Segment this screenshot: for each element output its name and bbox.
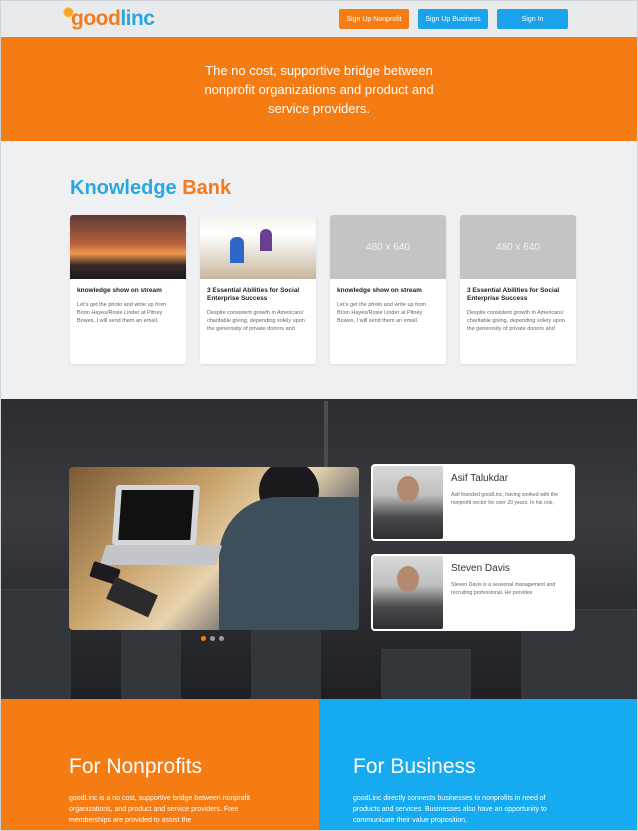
for-business-text: goodLinc directly connects businesses to… bbox=[353, 795, 547, 824]
goodlinc-logo[interactable]: ✺ goodlinc bbox=[63, 5, 155, 31]
knowledge-bank-title: Knowledge Bank bbox=[70, 177, 231, 200]
for-business-panel: For Business goodLinc directly connects … bbox=[319, 699, 637, 830]
person-name: Asif Talukdar bbox=[451, 473, 509, 484]
for-nonprofits-text: goodLinc is a no cost, supportive bridge… bbox=[69, 795, 250, 824]
card-title[interactable]: 3 Essential Abilities for Social Enterpr… bbox=[200, 279, 316, 307]
person-name: Steven Davis bbox=[451, 563, 510, 574]
knowledge-card[interactable]: knowledge show on stream Let's get the p… bbox=[70, 215, 186, 364]
signup-nonprofit-button[interactable]: Sign Up Nonprofit bbox=[339, 9, 409, 29]
card-title[interactable]: knowledge show on stream bbox=[330, 279, 446, 299]
top-nav: ✺ goodlinc Sign Up Nonprofit Sign Up Busi… bbox=[1, 1, 637, 37]
placeholder-image: 480 x 640 bbox=[330, 215, 446, 279]
avatar bbox=[373, 466, 443, 539]
card-title[interactable]: 3 Essential Abilities for Social Enterpr… bbox=[460, 279, 576, 307]
team-section: Asif Talukdar Asif founded goodLinc, hav… bbox=[1, 399, 637, 699]
hero-tagline: The no cost, supportive bridge between n… bbox=[204, 62, 434, 116]
city-skyline-background bbox=[324, 401, 328, 471]
card-excerpt: Despite consistent growth in Americans' … bbox=[207, 310, 305, 332]
signup-business-button[interactable]: Sign Up Business bbox=[418, 9, 488, 29]
for-nonprofits-panel: For Nonprofits goodLinc is a no cost, su… bbox=[1, 699, 319, 830]
title-part-bank: Bank bbox=[182, 177, 232, 199]
logo-text-good: good bbox=[71, 7, 121, 30]
knowledge-card[interactable]: 480 x 640 3 Essential Abilities for Soci… bbox=[460, 215, 576, 364]
person-bio: Steven Davis is a seasonal management an… bbox=[451, 582, 556, 596]
placeholder-image: 480 x 640 bbox=[460, 215, 576, 279]
laptop-icon bbox=[111, 485, 201, 545]
carousel-slide-image bbox=[69, 467, 359, 630]
carousel-dot-1[interactable] bbox=[201, 636, 206, 641]
logo-text-linc: linc bbox=[120, 7, 155, 30]
person-card[interactable]: Steven Davis Steven Davis is a seasonal … bbox=[371, 554, 575, 631]
card-title[interactable]: knowledge show on stream bbox=[70, 279, 186, 299]
knowledge-bank-section: Knowledge Bank knowledge show on stream … bbox=[1, 141, 637, 399]
avatar bbox=[373, 556, 443, 629]
sun-icon: ✺ bbox=[63, 5, 74, 20]
office-workers-image bbox=[200, 215, 316, 279]
carousel-dot-2[interactable] bbox=[210, 636, 215, 641]
person-bio: Asif founded goodLinc, having worked wit… bbox=[451, 492, 558, 506]
hero-banner: The no cost, supportive bridge between n… bbox=[1, 37, 637, 141]
page: ✺ goodlinc Sign Up Nonprofit Sign Up Busi… bbox=[0, 0, 638, 831]
carousel-dot-3[interactable] bbox=[219, 636, 224, 641]
title-part-knowledge: Knowledge bbox=[70, 177, 177, 199]
card-excerpt: Let's get the photo and write up from Br… bbox=[337, 302, 427, 324]
person-card[interactable]: Asif Talukdar Asif founded goodLinc, hav… bbox=[371, 464, 575, 541]
knowledge-card[interactable]: 480 x 640 knowledge show on stream Let's… bbox=[330, 215, 446, 364]
carousel-indicators bbox=[201, 636, 224, 641]
card-excerpt: Despite consistent growth in Americans' … bbox=[467, 310, 565, 332]
for-business-title: For Business bbox=[353, 755, 476, 778]
knowledge-card[interactable]: 3 Essential Abilities for Social Enterpr… bbox=[200, 215, 316, 364]
for-nonprofits-title: For Nonprofits bbox=[69, 755, 203, 778]
signin-button[interactable]: Sign In bbox=[497, 9, 568, 29]
city-sunset-image bbox=[70, 215, 186, 279]
card-excerpt: Let's get the photo and write up from Br… bbox=[77, 302, 167, 324]
